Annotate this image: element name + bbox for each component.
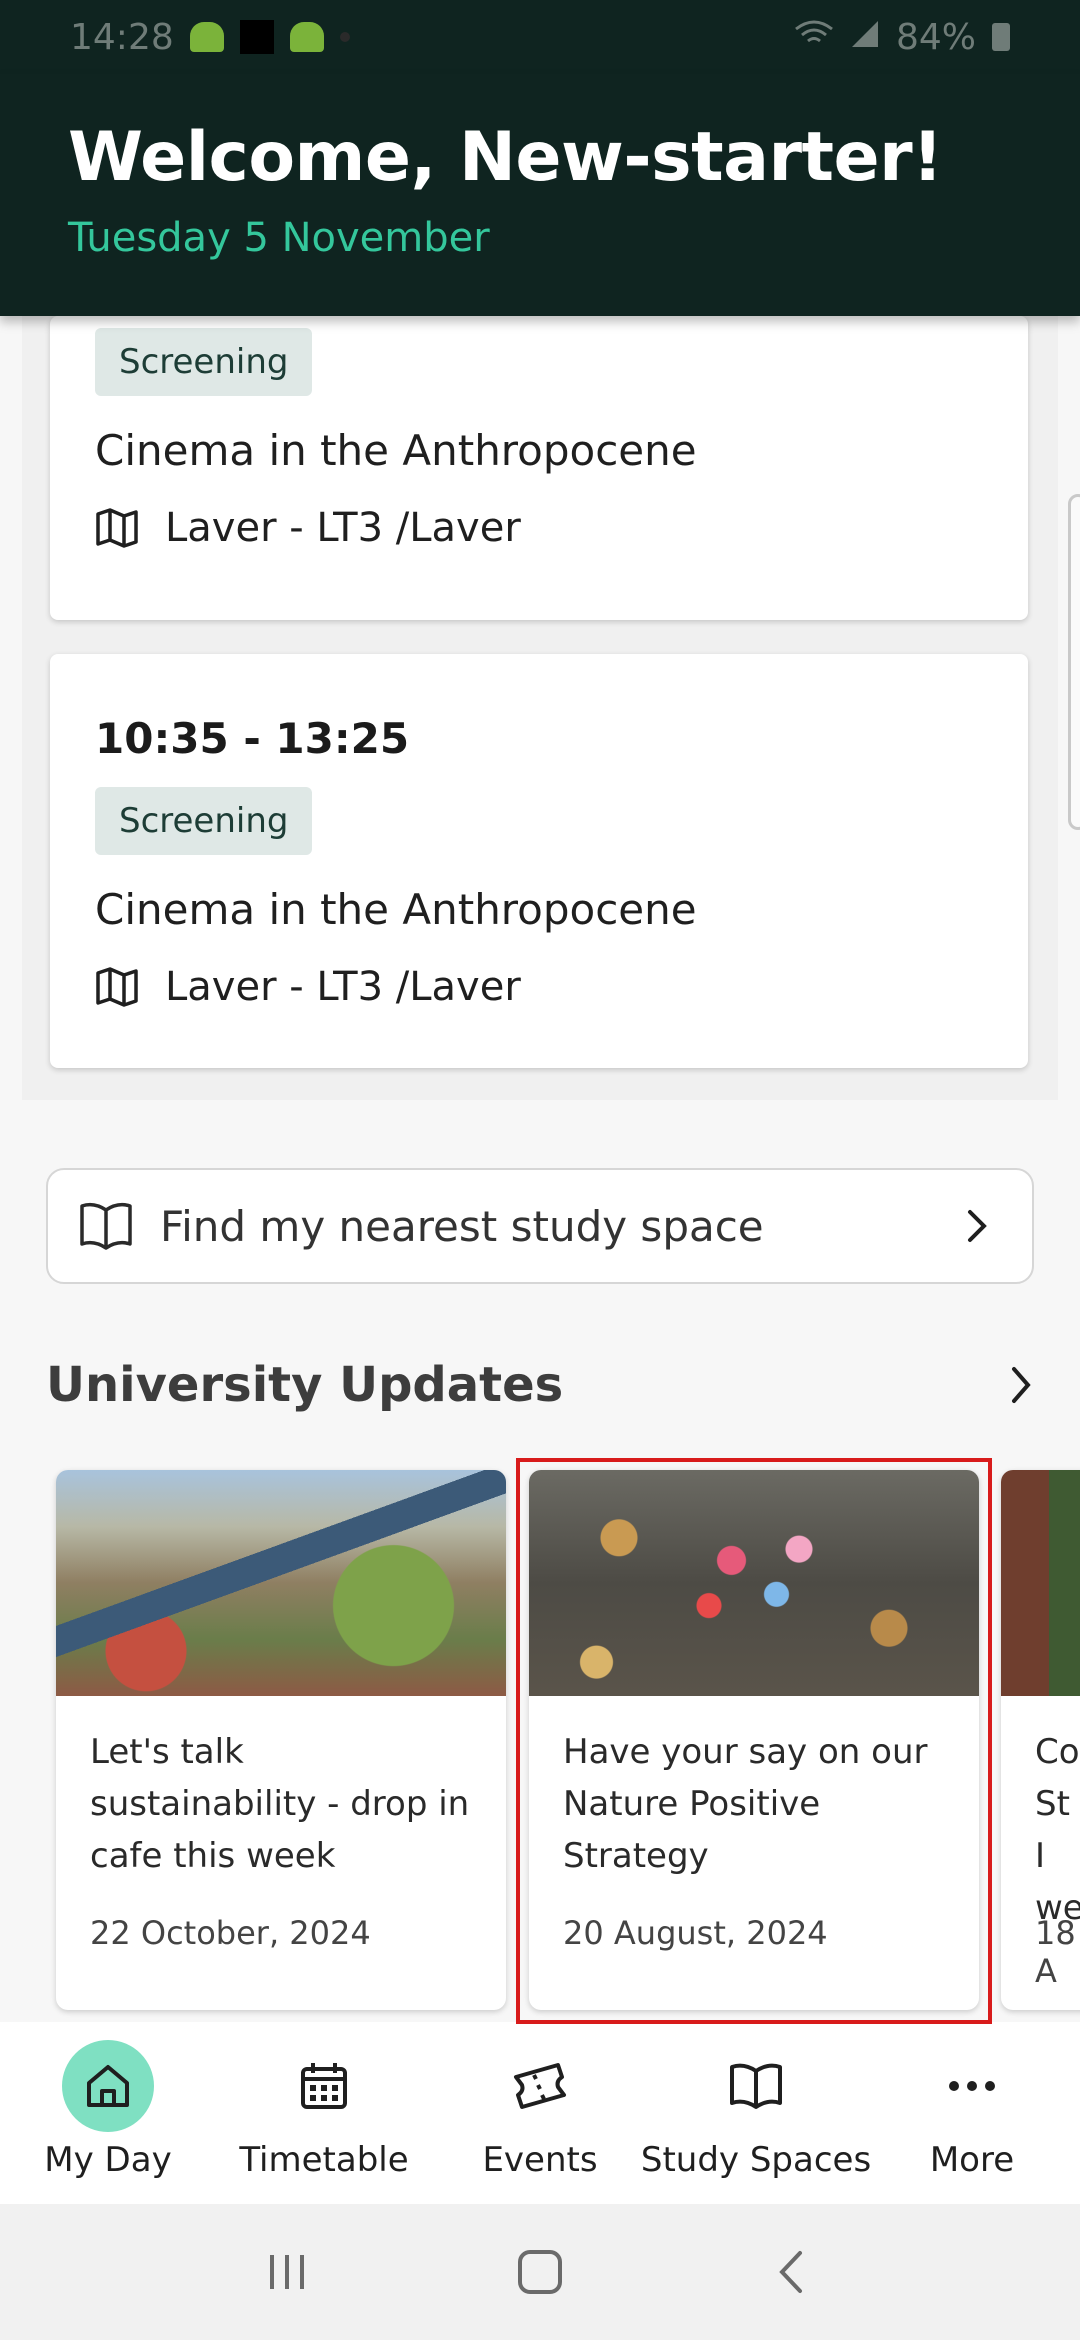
status-bar: 14:28 84%	[0, 0, 1080, 74]
class-type-chip: Screening	[95, 787, 313, 855]
nav-label: Study Spaces	[640, 2140, 872, 2180]
class-location: Laver - LT3 /Laver	[165, 964, 521, 1010]
system-navigation-bar	[0, 2204, 1080, 2340]
news-title: Have your say on our Nature Positive Str…	[563, 1732, 928, 1876]
map-icon	[96, 508, 138, 548]
ticket-icon	[514, 2063, 566, 2109]
notification-icon	[239, 20, 274, 54]
news-title: Let's talk sustainability - drop in cafe…	[90, 1732, 470, 1876]
nav-timetable[interactable]: Timetable	[224, 2040, 424, 2180]
welcome-title: Welcome, New-starter!	[68, 118, 943, 197]
battery-percent: 84%	[895, 16, 976, 58]
nav-label: Events	[482, 2140, 598, 2180]
news-date: 22 October, 2024	[90, 1914, 371, 1952]
nav-my-day[interactable]: My Day	[8, 2040, 208, 2180]
signal-icon	[850, 17, 880, 58]
nav-label: My Day	[44, 2140, 172, 2180]
nav-label: More	[929, 2140, 1015, 2180]
bottom-navigation: My Day Timetable Events Study Spaces Mor…	[0, 2022, 1080, 2204]
class-card[interactable]: Screening Cinema in the Anthropocene Lav…	[50, 316, 1028, 620]
updates-header: University Updates	[46, 1350, 1036, 1420]
app-header: Welcome, New-starter! Tuesday 5 November	[0, 74, 1080, 316]
header-date: Tuesday 5 November	[68, 215, 490, 261]
wifi-icon	[794, 17, 834, 58]
calendar-icon	[301, 2063, 347, 2109]
home-button-icon[interactable]	[515, 2247, 565, 2297]
status-time: 14:28	[70, 16, 174, 58]
back-icon[interactable]	[768, 2247, 818, 2297]
more-notifications-icon	[339, 32, 350, 42]
recent-apps-icon[interactable]	[262, 2247, 312, 2297]
news-image	[56, 1470, 506, 1696]
updates-title: University Updates	[46, 1357, 564, 1413]
scroll-handle[interactable]	[1068, 494, 1080, 830]
class-card[interactable]: 10:35 - 13:25 Screening Cinema in the An…	[50, 654, 1028, 1068]
class-time: 10:35 - 13:25	[95, 714, 410, 763]
news-card[interactable]: Let's talk sustainability - drop in cafe…	[56, 1470, 506, 2010]
android-icon	[289, 22, 324, 52]
nav-label: Timetable	[239, 2140, 409, 2180]
nav-events[interactable]: Events	[440, 2040, 640, 2180]
android-icon	[189, 22, 224, 52]
news-date: 20 August, 2024	[563, 1914, 828, 1952]
course-name: Cinema in the Anthropocene	[95, 885, 697, 934]
home-icon	[87, 2065, 129, 2107]
battery-icon	[992, 23, 1010, 51]
nav-study-spaces[interactable]: Study Spaces	[641, 2040, 871, 2180]
find-study-space-button[interactable]: Find my nearest study space	[46, 1168, 1034, 1284]
news-image	[529, 1470, 979, 1696]
news-card[interactable]: Co St I we 18 A	[1001, 1470, 1080, 2010]
chevron-right-icon	[968, 1210, 987, 1242]
nav-more[interactable]: More	[872, 2040, 1072, 2180]
class-type-chip: Screening	[95, 328, 313, 396]
timetable-list: Screening Cinema in the Anthropocene Lav…	[22, 316, 1058, 1100]
chevron-right-icon[interactable]	[1006, 1363, 1036, 1407]
find-study-space-label: Find my nearest study space	[160, 1201, 764, 1251]
news-title: Co St I we	[1035, 1732, 1080, 1928]
book-icon	[80, 1202, 132, 1250]
more-icon	[949, 2081, 995, 2091]
class-location: Laver - LT3 /Laver	[165, 505, 521, 551]
book-icon	[730, 2063, 782, 2109]
course-name: Cinema in the Anthropocene	[95, 426, 697, 475]
news-card[interactable]: Have your say on our Nature Positive Str…	[529, 1470, 979, 2010]
news-image	[1001, 1470, 1080, 1696]
map-icon	[96, 967, 138, 1007]
